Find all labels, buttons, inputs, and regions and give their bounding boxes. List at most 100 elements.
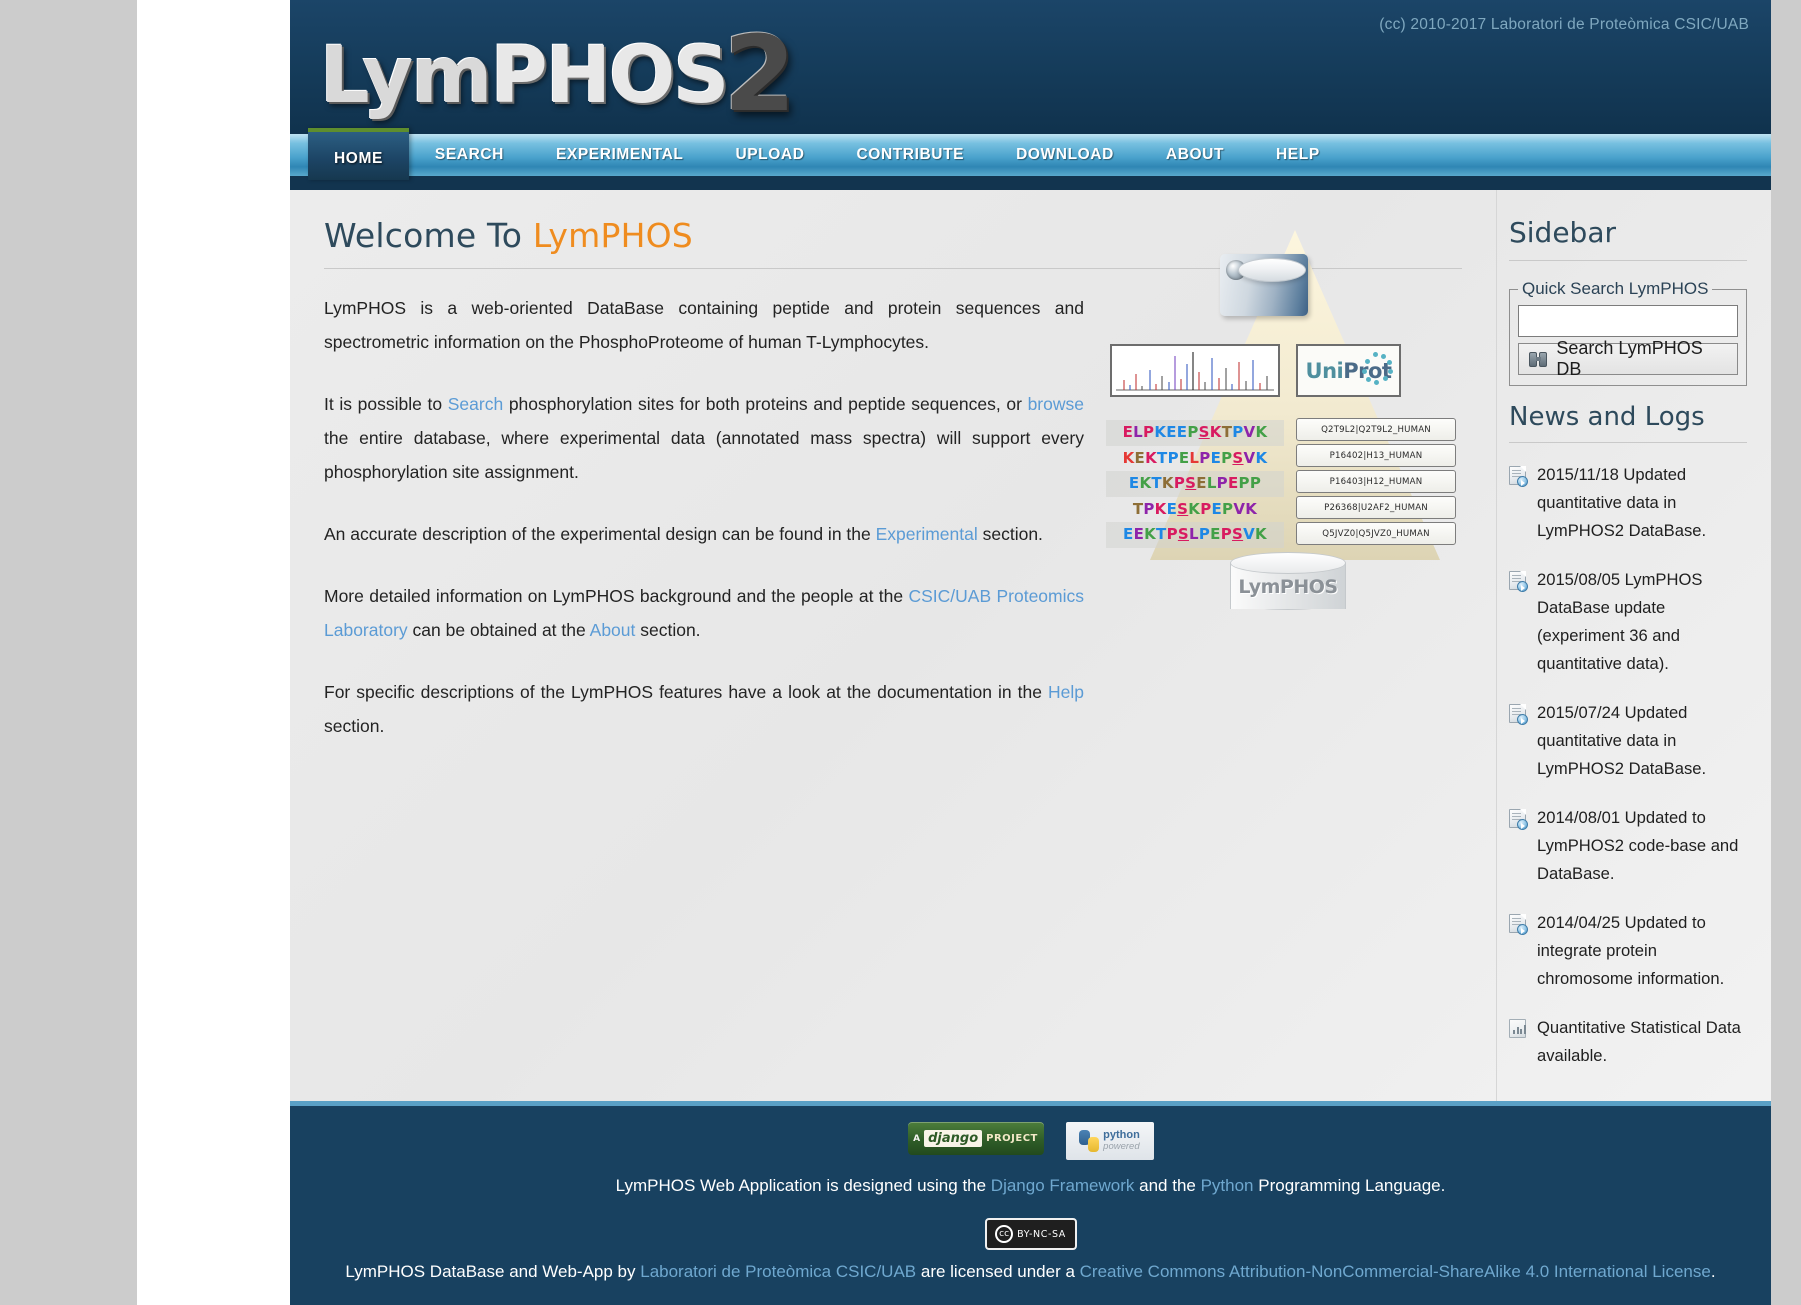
logo-part-phos: PHOS <box>490 31 730 121</box>
peptide-row: EEKTPSLPEPSVK <box>1106 522 1284 548</box>
footer-l2-c: . <box>1710 1262 1716 1281</box>
document-refresh-icon <box>1509 914 1528 935</box>
link-experimental[interactable]: Experimental <box>876 524 978 544</box>
link-cc-license[interactable]: Creative Commons Attribution-NonCommerci… <box>1080 1262 1711 1281</box>
peptide-row: KEKTPELPEPSVK <box>1122 448 1268 467</box>
peptide-sequence-list: ELPKEEPSKTPVK KEKTPELPEPSVK EKTKPSELPEPP… <box>1106 420 1284 548</box>
accession-box: P16402|H13_HUMAN <box>1296 444 1456 467</box>
link-csic-uab[interactable]: Laboratori de Proteòmica CSIC/UAB <box>640 1262 916 1281</box>
python-badge-name: python <box>1103 1129 1140 1141</box>
link-python[interactable]: Python <box>1201 1176 1254 1195</box>
nav-label-upload: UPLOAD <box>735 146 805 163</box>
page-title-accent: LymPHOS <box>532 216 693 255</box>
python-logo-icon <box>1079 1130 1100 1152</box>
nav-left-spacer <box>290 134 308 176</box>
document-refresh-icon <box>1509 571 1528 592</box>
nav-item-contribute[interactable]: CONTRIBUTE <box>831 134 991 176</box>
quick-search-panel: Quick Search LymPHOS Search LymPHOS DB <box>1509 279 1747 386</box>
footer-badges: A django PROJECT python powered <box>320 1122 1741 1160</box>
main-content: Welcome To LymPHOS LymPHOS is a web-orie… <box>290 190 1496 1101</box>
p4-text-c: section. <box>635 620 701 640</box>
link-django-framework[interactable]: Django Framework <box>991 1176 1135 1195</box>
nav-item-help[interactable]: HELP <box>1250 134 1346 176</box>
footer-l1-c: Programming Language. <box>1253 1176 1446 1195</box>
news-item[interactable]: Quantitative Statistical Data available. <box>1509 1014 1747 1070</box>
news-item-text: 2014/08/01 Updated to LymPHOS2 code-base… <box>1537 808 1739 883</box>
link-about[interactable]: About <box>590 620 636 640</box>
protein-accession-list: Q2T9L2|Q2T9L2_HUMAN P16402|H13_HUMAN P16… <box>1296 418 1456 548</box>
p3-text-a: An accurate description of the experimen… <box>324 524 876 544</box>
news-item[interactable]: 2015/08/05 LymPHOS DataBase update (expe… <box>1509 566 1747 678</box>
logo-part-lym: Lym <box>320 31 493 121</box>
news-item-text: Quantitative Statistical Data available. <box>1537 1018 1741 1065</box>
news-item[interactable]: 2015/11/18 Updated quantitative data in … <box>1509 461 1747 545</box>
quick-search-legend: Quick Search LymPHOS <box>1522 279 1709 298</box>
nav-item-home[interactable]: HOME <box>308 128 409 180</box>
search-submit-button[interactable]: Search LymPHOS DB <box>1518 338 1738 379</box>
document-chart-icon <box>1509 1019 1526 1038</box>
page-paper: (cc) 2010-2017 Laboratori de Proteòmica … <box>137 0 1771 1305</box>
footer-l2-a: LymPHOS DataBase and Web-App by <box>345 1262 641 1281</box>
link-search[interactable]: Search <box>448 394 503 414</box>
site-header: (cc) 2010-2017 Laboratori de Proteòmica … <box>290 0 1771 134</box>
creative-commons-badge[interactable]: cc BY-NC-SA <box>984 1218 1077 1250</box>
p5-text-a: For specific descriptions of the LymPHOS… <box>324 682 1048 702</box>
accession-box: P16403|H12_HUMAN <box>1296 470 1456 493</box>
link-browse[interactable]: browse <box>1028 394 1084 414</box>
paragraph-experimental: An accurate description of the experimen… <box>324 517 1084 551</box>
link-help[interactable]: Help <box>1048 682 1084 702</box>
sidebar-title: Sidebar <box>1509 216 1616 249</box>
main-navigation: HOME SEARCH EXPERIMENTAL UPLOAD CONTRIBU… <box>290 128 1771 190</box>
nav-item-experimental[interactable]: EXPERIMENTAL <box>530 134 709 176</box>
spectrum-svg <box>1116 352 1274 391</box>
p3-text-b: section. <box>977 524 1043 544</box>
accession-box: Q2T9L2|Q2T9L2_HUMAN <box>1296 418 1456 441</box>
nav-label-contribute: CONTRIBUTE <box>856 146 965 163</box>
uniprot-uni: Uni <box>1305 358 1344 383</box>
nav-item-download[interactable]: DOWNLOAD <box>990 134 1140 176</box>
footer-line-django: LymPHOS Web Application is designed usin… <box>320 1172 1741 1200</box>
document-refresh-icon <box>1509 809 1528 830</box>
peptide-row: ELPKEEPSKTPVK <box>1106 420 1284 446</box>
document-refresh-icon <box>1509 466 1528 487</box>
sample-plate-icon <box>1238 258 1306 282</box>
accession-box: Q5JVZ0|Q5JVZ0_HUMAN <box>1296 522 1456 545</box>
mass-spectrum-plot <box>1110 344 1280 397</box>
news-item-text: 2015/11/18 Updated quantitative data in … <box>1537 465 1707 540</box>
news-item[interactable]: 2014/04/25 Updated to integrate protein … <box>1509 909 1747 993</box>
python-badge[interactable]: python powered <box>1065 1122 1154 1160</box>
page-title-plain: Welcome To <box>324 216 533 255</box>
db-top <box>1230 552 1346 574</box>
news-item[interactable]: 2015/07/24 Updated quantitative data in … <box>1509 699 1747 783</box>
page-body: Welcome To LymPHOS LymPHOS is a web-orie… <box>290 190 1771 1101</box>
search-input[interactable] <box>1518 305 1738 337</box>
binoculars-icon <box>1529 351 1548 367</box>
peptide-row: TPKESKPEPVK <box>1132 499 1258 518</box>
p2-text-c: the entire database, where experimental … <box>324 428 1084 482</box>
nav-item-about[interactable]: ABOUT <box>1140 134 1250 176</box>
uniprot-dots-icon <box>1361 352 1393 388</box>
news-item-text: 2015/08/05 LymPHOS DataBase update (expe… <box>1537 570 1703 673</box>
django-badge[interactable]: A django PROJECT <box>907 1122 1044 1155</box>
p4-text-b: can be obtained at the <box>407 620 590 640</box>
p4-text-a: More detailed information on LymPHOS bac… <box>324 586 909 606</box>
nav-label-experimental: EXPERIMENTAL <box>555 146 684 163</box>
copyright-text: (cc) 2010-2017 Laboratori de Proteòmica … <box>1379 16 1749 33</box>
paragraph-about: More detailed information on LymPHOS bac… <box>324 579 1084 647</box>
nav-item-upload[interactable]: UPLOAD <box>709 134 830 176</box>
footer-l1-b: and the <box>1134 1176 1201 1195</box>
django-badge-project: PROJECT <box>986 1133 1038 1144</box>
logo-part-2: 2 <box>723 13 795 134</box>
footer-line-license: LymPHOS DataBase and Web-App by Laborato… <box>320 1258 1741 1286</box>
paragraph-search: It is possible to Search phosphorylation… <box>324 387 1084 489</box>
site-shell: (cc) 2010-2017 Laboratori de Proteòmica … <box>290 0 1771 1305</box>
site-footer: A django PROJECT python powered LymPHOS … <box>290 1101 1771 1305</box>
nav-item-search[interactable]: SEARCH <box>409 134 530 176</box>
nav-label-download: DOWNLOAD <box>1016 146 1114 163</box>
nav-label-help: HELP <box>1276 146 1320 163</box>
news-item-text: 2014/04/25 Updated to integrate protein … <box>1537 913 1725 988</box>
nav-label-about: ABOUT <box>1165 146 1225 163</box>
sidebar: Sidebar Quick Search LymPHOS Search LymP… <box>1496 190 1771 1101</box>
news-item[interactable]: 2014/08/01 Updated to LymPHOS2 code-base… <box>1509 804 1747 888</box>
site-logo[interactable]: LymPHOS2 <box>320 18 798 126</box>
